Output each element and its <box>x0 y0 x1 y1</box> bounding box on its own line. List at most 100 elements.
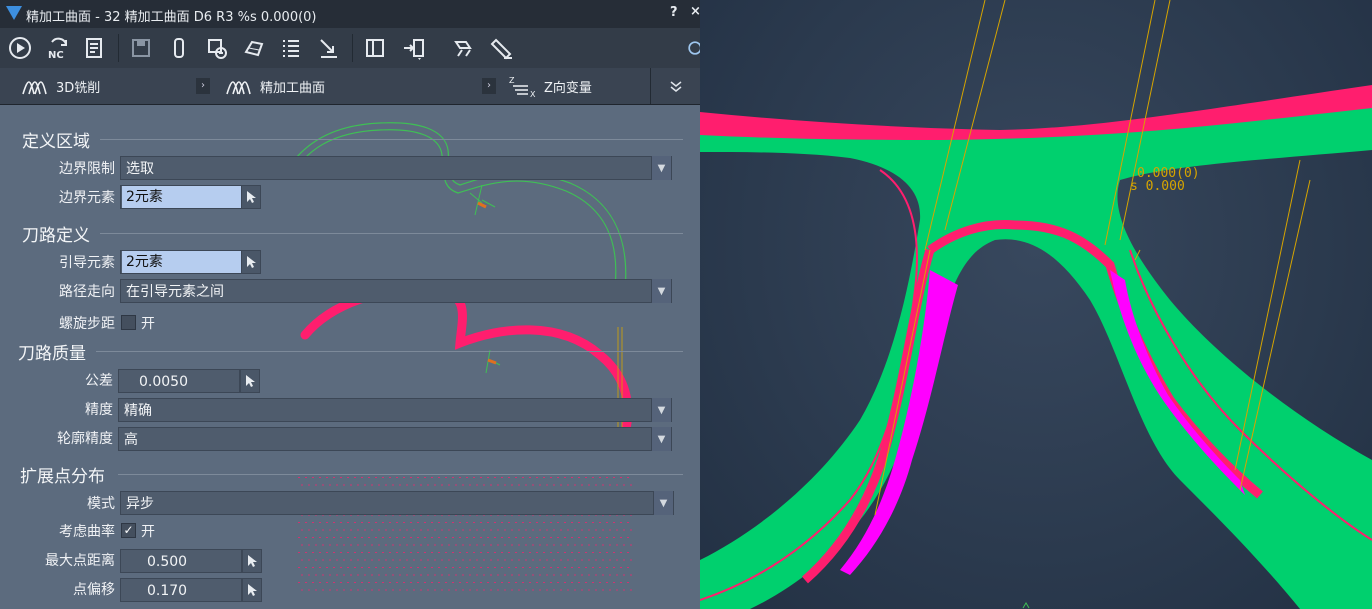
guide-elem-label: 引导元素 <box>59 255 115 271</box>
point-offset-pick-button[interactable] <box>242 578 262 602</box>
consider-curvature-checkbox[interactable]: ✓ <box>121 523 136 538</box>
cursor-icon <box>248 555 257 567</box>
breadcrumb-chevron-icon[interactable]: › <box>482 78 496 94</box>
chevron-down-icon[interactable]: ▼ <box>651 398 671 422</box>
milling-3d-icon <box>22 81 47 95</box>
section-divider <box>118 474 683 475</box>
boundary-elem-pick-button[interactable] <box>241 185 261 209</box>
cursor-icon <box>248 584 257 596</box>
link-icon[interactable] <box>450 34 478 62</box>
path-direction-label: 路径走向 <box>59 284 115 300</box>
breadcrumb-chevron-icon[interactable]: › <box>196 78 210 94</box>
contour-precision-select[interactable]: 高 <box>118 427 672 451</box>
breadcrumb-surface-finish[interactable]: 精加工曲面 <box>224 74 325 98</box>
boundary-limit-select[interactable]: 选取 <box>120 156 672 180</box>
boundary-limit-label: 边界限制 <box>59 161 115 177</box>
z-icon-sub: X <box>530 90 536 98</box>
operation-panel: 精加工曲面 - 32 精加工曲面 D6 R3 %s 0.000(0) ? × N… <box>0 0 700 609</box>
boundary-limit-value: 选取 <box>126 161 154 177</box>
cursor-icon <box>247 191 256 203</box>
toolbar: NC <box>0 28 700 69</box>
chevron-down-icon[interactable]: ▼ <box>651 427 671 451</box>
cursor-icon <box>246 375 255 387</box>
import-menu-icon[interactable] <box>400 34 428 62</box>
guide-elem-value: 2元素 <box>122 251 241 273</box>
guide-elem-field[interactable]: 2元素 <box>120 250 242 274</box>
app-logo-icon <box>6 6 22 20</box>
nc-refresh-icon[interactable]: NC <box>44 34 72 62</box>
save-icon[interactable] <box>127 34 155 62</box>
contour-precision-label: 轮廓精度 <box>57 431 113 447</box>
chevron-down-icon[interactable]: ▼ <box>651 279 671 303</box>
stock-icon[interactable] <box>165 34 193 62</box>
tolerance-pick-button[interactable] <box>240 369 260 393</box>
contour-precision-value: 高 <box>124 432 138 448</box>
consider-curvature-label: 考虑曲率 <box>59 524 115 540</box>
readout-2: s 0.000 <box>1130 179 1185 194</box>
3d-viewport[interactable]: 0.000(0) s 0.000 <box>700 0 1372 609</box>
tolerance-label: 公差 <box>85 373 113 389</box>
max-point-distance-label: 最大点距离 <box>45 553 115 569</box>
guide-elem-pick-button[interactable] <box>241 250 261 274</box>
title-bar: 精加工曲面 - 32 精加工曲面 D6 R3 %s 0.000(0) ? × <box>0 0 700 28</box>
breadcrumb-3d-milling[interactable]: 3D铣削 <box>20 74 100 98</box>
window-title: 精加工曲面 - 32 精加工曲面 D6 R3 %s 0.000(0) <box>26 10 317 25</box>
breadcrumb-label: 3D铣削 <box>56 80 101 96</box>
point-offset-input[interactable]: 0.170 <box>120 578 242 602</box>
chevron-down-icon[interactable]: ▼ <box>651 156 671 180</box>
cursor-icon <box>247 256 256 268</box>
max-point-distance-pick-button[interactable] <box>242 549 262 573</box>
boundary-elem-value: 2元素 <box>122 186 241 208</box>
section-extend-points: 扩展点分布 <box>20 467 105 487</box>
surface-finish-icon <box>226 81 251 95</box>
boundary-elem-field[interactable]: 2元素 <box>120 185 242 209</box>
path-direction-select[interactable]: 在引导元素之间 <box>120 279 672 303</box>
breadcrumb-label: Z向变量 <box>544 80 592 96</box>
breadcrumb: 3D铣削 › 精加工曲面 › ZX Z向变量 <box>0 68 700 105</box>
chevron-down-icon <box>670 81 682 92</box>
boundary-elem-label: 边界元素 <box>59 190 115 206</box>
eraser-icon[interactable] <box>488 34 516 62</box>
section-divider <box>100 233 683 234</box>
path-direction-value: 在引导元素之间 <box>126 284 224 300</box>
consider-curvature-text: 开 <box>141 524 155 540</box>
section-path-define: 刀路定义 <box>22 226 90 246</box>
list-icon[interactable] <box>277 34 305 62</box>
section-divider <box>96 351 683 352</box>
breadcrumb-expand-button[interactable] <box>650 68 700 104</box>
spiral-step-label: 螺旋步距 <box>59 316 115 332</box>
toolbar-separator <box>352 34 353 62</box>
nc-program-icon[interactable] <box>80 34 108 62</box>
mode-value: 异步 <box>126 496 154 512</box>
max-point-distance-input[interactable]: 0.500 <box>120 549 242 573</box>
toolpath-graphics <box>700 0 1372 609</box>
panel-icon[interactable] <box>361 34 389 62</box>
section-define-area: 定义区域 <box>22 132 90 152</box>
arrow-tool-icon[interactable] <box>315 34 343 62</box>
viewport-icon[interactable] <box>680 34 700 62</box>
section-path-quality: 刀路质量 <box>18 344 86 364</box>
point-offset-label: 点偏移 <box>73 582 115 598</box>
precision-select[interactable]: 精确 <box>118 398 672 422</box>
help-button[interactable]: ? <box>670 5 678 20</box>
parameter-form: 定义区域 边界限制 选取 ▼ 边界元素 2元素 刀路定义 引导元素 2元素 路径… <box>0 105 700 609</box>
close-button[interactable]: × <box>690 4 700 19</box>
spiral-step-checkbox[interactable] <box>121 315 136 330</box>
chevron-down-icon[interactable]: ▼ <box>653 491 673 515</box>
precision-label: 精度 <box>85 402 113 418</box>
mode-select[interactable]: 异步 <box>120 491 674 515</box>
play-icon[interactable] <box>6 34 34 62</box>
z-icon-super: Z <box>509 76 515 85</box>
spiral-step-text: 开 <box>141 316 155 332</box>
breadcrumb-label: 精加工曲面 <box>260 80 326 96</box>
nc-label: NC <box>48 50 64 60</box>
mode-label: 模式 <box>87 496 115 512</box>
surface-icon[interactable] <box>240 34 268 62</box>
z-variable-icon: ZX <box>509 76 536 98</box>
tolerance-input[interactable]: 0.0050 <box>118 369 240 393</box>
section-divider <box>100 139 683 140</box>
machine-icon[interactable] <box>202 34 230 62</box>
toolbar-separator <box>118 34 119 62</box>
precision-value: 精确 <box>124 403 152 419</box>
breadcrumb-z-variable[interactable]: ZX Z向变量 <box>508 74 592 98</box>
